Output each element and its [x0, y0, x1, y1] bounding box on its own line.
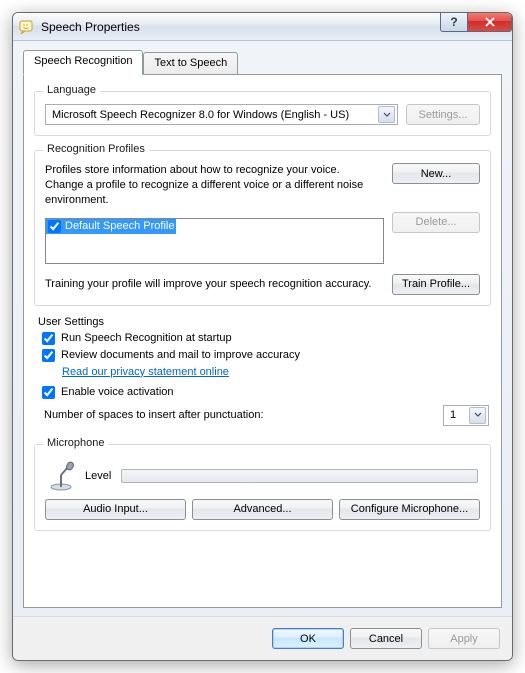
titlebar: Speech Properties ?: [13, 13, 512, 41]
profile-label: Default Speech Profile: [65, 220, 174, 232]
train-profile-button[interactable]: Train Profile...: [392, 274, 480, 295]
apply-button: Apply: [428, 628, 500, 649]
settings-button: Settings...: [406, 104, 480, 125]
new-profile-button[interactable]: New...: [392, 163, 480, 184]
spaces-label: Number of spaces to insert after punctua…: [44, 409, 264, 421]
recognition-profiles-group: Recognition Profiles Profiles store info…: [34, 150, 491, 306]
microphone-legend: Microphone: [43, 437, 108, 449]
spaces-value: 1: [450, 409, 456, 421]
recognizer-combo[interactable]: Microsoft Speech Recognizer 8.0 for Wind…: [45, 104, 398, 125]
tab-label: Text to Speech: [154, 57, 227, 69]
close-icon: [484, 17, 496, 27]
help-icon: ?: [450, 15, 457, 29]
privacy-link[interactable]: Read our privacy statement online: [62, 366, 491, 378]
speech-app-icon: [19, 19, 35, 35]
help-button[interactable]: ?: [440, 13, 468, 32]
user-settings-legend: User Settings: [38, 316, 491, 328]
tab-speech-recognition[interactable]: Speech Recognition: [23, 50, 143, 75]
user-settings-section: User Settings Run Speech Recognition at …: [34, 314, 491, 426]
tab-panel: Language Microsoft Speech Recognizer 8.0…: [23, 74, 502, 608]
language-legend: Language: [43, 84, 100, 96]
window-title: Speech Properties: [41, 20, 140, 34]
audio-input-button[interactable]: Audio Input...: [45, 499, 186, 520]
window-controls: ?: [440, 13, 512, 32]
enable-voice-checkbox[interactable]: [42, 386, 55, 399]
speech-properties-window: Speech Properties ? Speech Recognition T…: [12, 12, 513, 661]
tab-label: Speech Recognition: [34, 55, 132, 67]
level-meter: [121, 469, 478, 483]
chevron-down-icon: [378, 106, 395, 123]
delete-profile-button: Delete...: [392, 212, 480, 233]
level-label: Level: [85, 470, 111, 482]
recognizer-value: Microsoft Speech Recognizer 8.0 for Wind…: [52, 109, 349, 121]
microphone-icon: [47, 461, 75, 491]
spaces-combo[interactable]: 1: [443, 405, 489, 426]
review-docs-label: Review documents and mail to improve acc…: [61, 349, 300, 361]
profiles-description: Profiles store information about how to …: [45, 163, 384, 208]
training-text: Training your profile will improve your …: [45, 277, 384, 292]
client-area: Speech Recognition Text to Speech Langua…: [13, 41, 512, 616]
run-at-startup-checkbox[interactable]: [42, 332, 55, 345]
ok-button[interactable]: OK: [272, 628, 344, 649]
advanced-button[interactable]: Advanced...: [192, 499, 333, 520]
run-at-startup-label: Run Speech Recognition at startup: [61, 332, 232, 344]
enable-voice-label: Enable voice activation: [61, 386, 174, 398]
close-button[interactable]: [468, 13, 512, 32]
profiles-list[interactable]: Default Speech Profile: [45, 218, 384, 264]
microphone-group: Microphone Level Audi: [34, 444, 491, 531]
tab-text-to-speech[interactable]: Text to Speech: [143, 52, 238, 75]
profile-item[interactable]: Default Speech Profile: [46, 219, 176, 234]
language-group: Language Microsoft Speech Recognizer 8.0…: [34, 91, 491, 136]
dialog-footer: OK Cancel Apply: [13, 616, 512, 660]
recognition-profiles-legend: Recognition Profiles: [43, 143, 149, 155]
configure-microphone-button[interactable]: Configure Microphone...: [339, 499, 480, 520]
profile-checkbox[interactable]: [48, 220, 61, 233]
tabs: Speech Recognition Text to Speech: [23, 49, 502, 74]
review-docs-checkbox[interactable]: [42, 349, 55, 362]
cancel-button[interactable]: Cancel: [350, 628, 422, 649]
chevron-down-icon: [469, 407, 486, 424]
